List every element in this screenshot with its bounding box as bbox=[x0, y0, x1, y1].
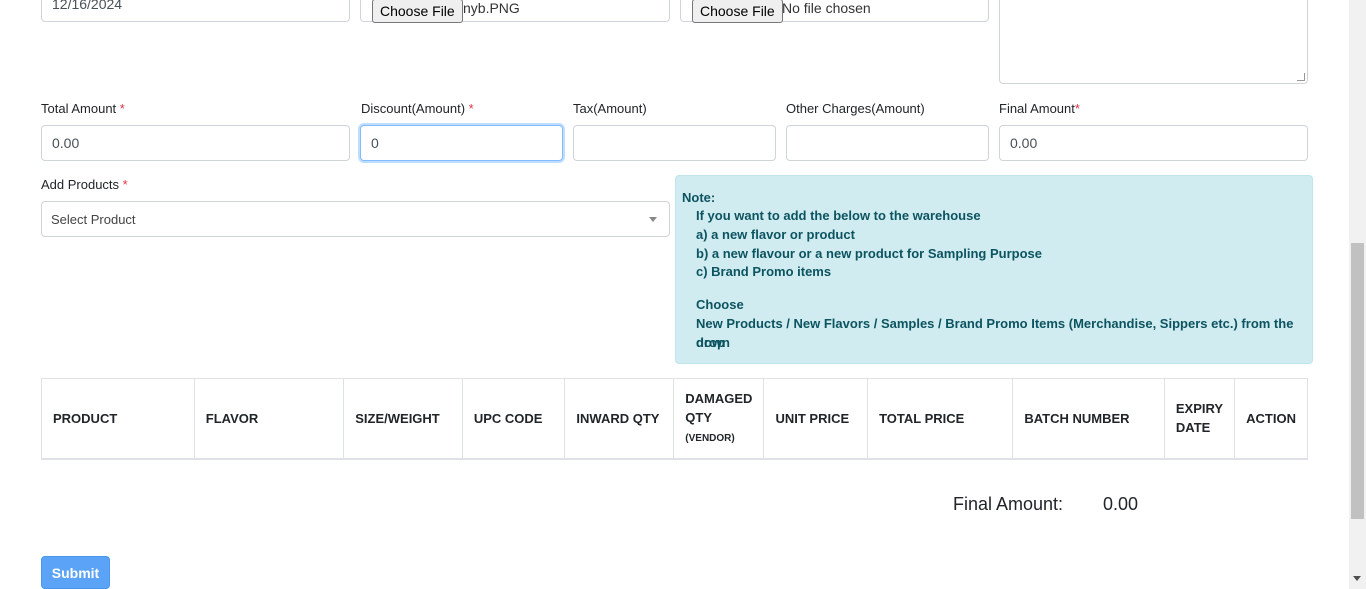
header-unit-price: UNIT PRICE bbox=[763, 378, 869, 460]
note-alert: Note: If you want to add the below to th… bbox=[675, 175, 1313, 364]
header-expiry-date: EXPIRY DATE bbox=[1163, 378, 1236, 460]
tax-input[interactable] bbox=[573, 125, 776, 161]
header-upc-code: UPC CODE bbox=[461, 378, 566, 460]
required-mark: * bbox=[122, 177, 128, 192]
header-product: PRODUCT bbox=[41, 378, 195, 460]
final-amount-input[interactable]: 0.00 bbox=[999, 125, 1308, 161]
note-line: a) a new flavor or product bbox=[696, 227, 855, 242]
submit-button[interactable]: Submit bbox=[41, 556, 110, 589]
final-amount-label: Final Amount* bbox=[999, 101, 1080, 116]
note-line: c) Brand Promo items bbox=[696, 264, 832, 279]
add-products-label: Add Products * bbox=[41, 177, 128, 192]
header-inward-qty: INWARD QTY bbox=[564, 378, 675, 460]
note-choose-detail-cont: down bbox=[696, 335, 730, 350]
date-input[interactable]: 12/16/2024 bbox=[41, 0, 350, 22]
discount-input[interactable]: 0 bbox=[360, 125, 563, 161]
remarks-textarea[interactable] bbox=[999, 0, 1308, 84]
tax-label: Tax(Amount) bbox=[573, 101, 647, 116]
resize-handle-icon[interactable] bbox=[1297, 73, 1305, 81]
chevron-down-icon bbox=[649, 217, 657, 222]
header-size-weight: SIZE/WEIGHT bbox=[343, 378, 463, 460]
header-total-price: TOTAL PRICE bbox=[867, 378, 1014, 460]
scrollbar-thumb[interactable] bbox=[1351, 243, 1364, 519]
products-table: PRODUCT FLAVOR SIZE/WEIGHT UPC CODE INWA… bbox=[41, 378, 1308, 460]
note-line: If you want to add the below to the ware… bbox=[696, 208, 981, 223]
note-title: Note: bbox=[682, 190, 716, 205]
header-damaged-qty: DAMAGED QTY (VENDOR) bbox=[673, 378, 765, 460]
choose-file-button-2[interactable]: Choose File bbox=[692, 0, 783, 23]
file-name-1: nyb.PNG bbox=[463, 0, 520, 16]
note-choose: Choose bbox=[696, 297, 744, 312]
select-product-dropdown[interactable]: Select Product bbox=[41, 201, 670, 237]
required-mark: * bbox=[1074, 101, 1080, 116]
summary-final-amount-label: Final Amount: bbox=[953, 494, 1064, 514]
note-line: b) a new flavour or a new product for Sa… bbox=[696, 246, 1042, 261]
discount-label: Discount(Amount) * bbox=[361, 101, 474, 116]
file-name-2: No file chosen bbox=[782, 0, 871, 16]
header-batch-number: BATCH NUMBER bbox=[1012, 378, 1165, 460]
select-product-placeholder: Select Product bbox=[51, 211, 136, 227]
table-header-row: PRODUCT FLAVOR SIZE/WEIGHT UPC CODE INWA… bbox=[41, 378, 1308, 460]
required-mark: * bbox=[468, 101, 474, 116]
note-choose-detail: New Products / New Flavors / Samples / B… bbox=[696, 316, 1294, 350]
required-mark: * bbox=[119, 101, 125, 116]
header-flavor: FLAVOR bbox=[193, 378, 345, 460]
file-upload-2: Choose File No file chosen bbox=[680, 0, 989, 23]
file-upload-1: Choose File nyb.PNG bbox=[360, 0, 670, 23]
page-scrollbar[interactable] bbox=[1349, 0, 1366, 589]
summary-final-amount-value: 0.00 bbox=[1103, 494, 1139, 514]
date-value: 12/16/2024 bbox=[52, 0, 123, 12]
header-action: ACTION bbox=[1234, 378, 1308, 460]
total-amount-label: Total Amount * bbox=[41, 101, 125, 116]
other-charges-input[interactable] bbox=[786, 125, 989, 161]
total-amount-input[interactable]: 0.00 bbox=[41, 125, 350, 161]
choose-file-button-1[interactable]: Choose File bbox=[372, 0, 463, 23]
other-charges-label: Other Charges(Amount) bbox=[786, 101, 925, 116]
scroll-down-arrow-icon[interactable] bbox=[1353, 576, 1361, 581]
